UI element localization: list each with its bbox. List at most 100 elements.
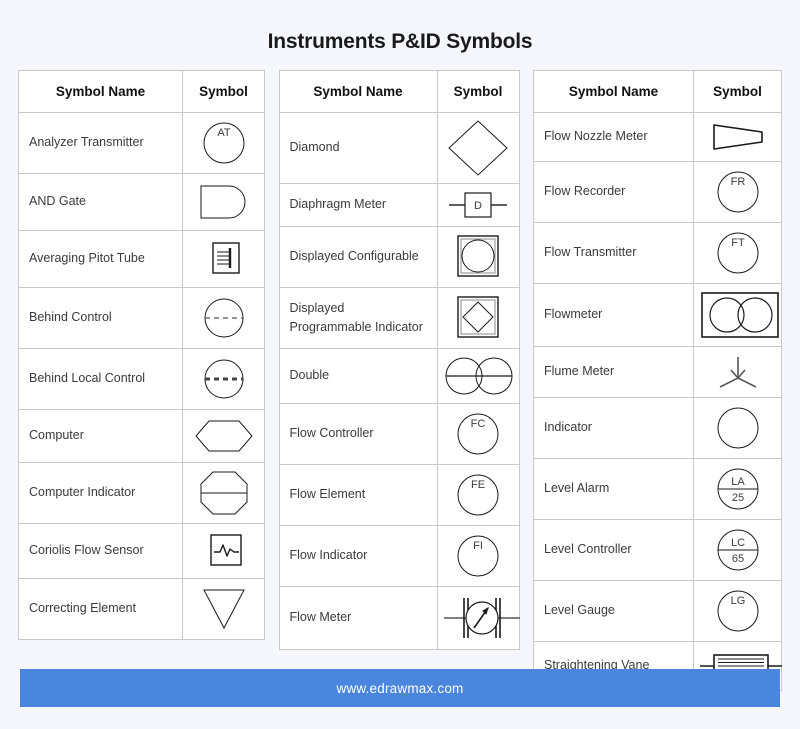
svg-text:FI: FI bbox=[473, 540, 483, 552]
table-header-row: Symbol Name Symbol bbox=[533, 70, 782, 113]
svg-text:D: D bbox=[474, 200, 482, 212]
symbol-name-cell: Flow Nozzle Meter bbox=[533, 112, 694, 162]
table-row: Flow Controller FC bbox=[278, 403, 520, 465]
table-row: Flow Meter bbox=[278, 586, 520, 650]
svg-text:LG: LG bbox=[730, 595, 745, 607]
symbol-name-cell: Displayed Configurable bbox=[278, 226, 438, 288]
svg-text:25: 25 bbox=[731, 492, 743, 504]
symbol-glyph-circle-labeled-icon: FE bbox=[436, 464, 520, 526]
symbol-table-3: Symbol Name Symbol Flow Nozzle Meter Flow… bbox=[533, 70, 782, 691]
table-row: Flume Meter bbox=[533, 346, 782, 398]
symbol-glyph-circle-split-labeled-icon: LA 25 bbox=[693, 458, 782, 520]
table-header-row: Symbol Name Symbol bbox=[18, 70, 265, 113]
table-row: Correcting Element bbox=[18, 578, 265, 640]
table-row: Flow Recorder FR bbox=[533, 161, 782, 223]
symbol-glyph-flume-meter-icon bbox=[693, 346, 782, 398]
symbol-name-cell: Behind Local Control bbox=[18, 348, 183, 410]
symbol-glyph-circle-dashed-thin-icon bbox=[182, 287, 265, 349]
table-row: Flow Transmitter FT bbox=[533, 222, 782, 284]
svg-text:65: 65 bbox=[731, 553, 743, 565]
symbol-name-cell: Indicator bbox=[533, 397, 694, 459]
column-header-symbol: Symbol bbox=[693, 70, 782, 113]
symbol-name-cell: Level Controller bbox=[533, 519, 694, 581]
table-row: Displayed Configurable bbox=[278, 226, 520, 288]
svg-text:LC: LC bbox=[730, 537, 744, 549]
symbol-name-cell: Level Alarm bbox=[533, 458, 694, 520]
symbol-name-cell: Diamond bbox=[278, 112, 438, 184]
symbol-name-cell: Double bbox=[278, 348, 438, 404]
symbol-name-cell: Flow Indicator bbox=[278, 525, 438, 587]
footer-url: www.edrawmax.com bbox=[336, 680, 464, 696]
symbol-glyph-circle-split-labeled-icon: LC 65 bbox=[693, 519, 782, 581]
table-body: Flow Nozzle Meter Flow Recorder FR Flow Tra… bbox=[533, 112, 782, 691]
symbol-glyph-octagon-divided-icon bbox=[182, 462, 265, 524]
table-body: Analyzer Transmitter AT AND Gate Averaging … bbox=[18, 112, 265, 640]
symbol-name-cell: Flow Controller bbox=[278, 403, 438, 465]
symbol-name-cell: Level Gauge bbox=[533, 580, 694, 642]
svg-text:FT: FT bbox=[731, 237, 745, 249]
table-header-row: Symbol Name Symbol bbox=[278, 70, 520, 113]
symbol-glyph-circle-labeled-icon: AT bbox=[182, 112, 265, 174]
symbol-glyph-circle-plain-icon bbox=[693, 397, 782, 459]
table-row: Diaphragm Meter D bbox=[278, 183, 520, 227]
symbol-glyph-double-square-circle-icon bbox=[436, 226, 520, 288]
table-row: Computer bbox=[18, 409, 265, 463]
symbol-tables-container: Symbol Name Symbol Analyzer Transmitter A… bbox=[0, 70, 800, 691]
symbol-name-cell: AND Gate bbox=[18, 173, 183, 231]
symbol-name-cell: Flow Element bbox=[278, 464, 438, 526]
table-row: Diamond bbox=[278, 112, 520, 184]
table-row: Averaging Pitot Tube bbox=[18, 230, 265, 288]
page-title: Instruments P&ID Symbols bbox=[267, 30, 533, 53]
symbol-glyph-box-two-circles-icon bbox=[693, 283, 782, 347]
symbol-glyph-triangle-down-icon bbox=[182, 578, 265, 640]
symbol-name-cell: Computer Indicator bbox=[18, 462, 183, 524]
symbol-glyph-pitot-tube-icon bbox=[182, 230, 265, 288]
svg-text:LA: LA bbox=[731, 476, 745, 488]
symbol-glyph-circle-labeled-icon: FR bbox=[693, 161, 782, 223]
table-row: Flow Nozzle Meter bbox=[533, 112, 782, 162]
table-row: Computer Indicator bbox=[18, 462, 265, 524]
symbol-glyph-double-circle-icon bbox=[436, 348, 520, 404]
table-row: Displayed Programmable Indicator bbox=[278, 287, 520, 349]
symbol-name-cell: Flow Recorder bbox=[533, 161, 694, 223]
table-body: Diamond Diaphragm Meter D Displayed Configu… bbox=[278, 112, 520, 650]
symbol-glyph-flow-meter-gauge-icon bbox=[436, 586, 520, 650]
symbol-name-cell: Averaging Pitot Tube bbox=[18, 230, 183, 288]
symbol-name-cell: Behind Control bbox=[18, 287, 183, 349]
table-row: Level Alarm LA 25 bbox=[533, 458, 782, 520]
footer-bar: www.edrawmax.com bbox=[20, 669, 780, 707]
column-header-symbol-name: Symbol Name bbox=[278, 70, 438, 113]
symbol-table-2: Symbol Name Symbol Diamond Diaphragm Mete… bbox=[278, 70, 520, 650]
symbol-name-cell: Flow Meter bbox=[278, 586, 438, 650]
symbol-glyph-circle-dashed-thick-icon bbox=[182, 348, 265, 410]
symbol-name-cell: Correcting Element bbox=[18, 578, 183, 640]
symbol-name-cell: Flow Transmitter bbox=[533, 222, 694, 284]
symbol-name-cell: Displayed Programmable Indicator bbox=[278, 287, 438, 349]
table-row: Double bbox=[278, 348, 520, 404]
table-row: Flow Indicator FI bbox=[278, 525, 520, 587]
symbol-glyph-flow-nozzle-icon bbox=[693, 112, 782, 162]
symbol-name-cell: Flowmeter bbox=[533, 283, 694, 347]
table-row: Analyzer Transmitter AT bbox=[18, 112, 265, 174]
page-root: Instruments P&ID Symbols Symbol Name Sym… bbox=[0, 0, 800, 729]
table-row: Flowmeter bbox=[533, 283, 782, 347]
column-header-symbol: Symbol bbox=[436, 70, 520, 113]
symbol-glyph-inline-box-labeled-icon: D bbox=[436, 183, 520, 227]
symbol-glyph-and-gate-icon bbox=[182, 173, 265, 231]
symbol-name-cell: Analyzer Transmitter bbox=[18, 112, 183, 174]
column-header-symbol-name: Symbol Name bbox=[18, 70, 183, 113]
symbol-glyph-diamond-icon bbox=[436, 112, 520, 184]
table-row: Coriolis Flow Sensor bbox=[18, 523, 265, 579]
symbol-table-1: Symbol Name Symbol Analyzer Transmitter A… bbox=[18, 70, 265, 640]
table-row: Indicator bbox=[533, 397, 782, 459]
symbol-name-cell: Flume Meter bbox=[533, 346, 694, 398]
svg-text:AT: AT bbox=[217, 127, 231, 139]
symbol-name-cell: Diaphragm Meter bbox=[278, 183, 438, 227]
column-header-symbol: Symbol bbox=[182, 70, 265, 113]
svg-text:FR: FR bbox=[730, 176, 745, 188]
symbol-name-cell: Computer bbox=[18, 409, 183, 463]
table-row: Behind Control bbox=[18, 287, 265, 349]
table-row: Level Controller LC 65 bbox=[533, 519, 782, 581]
symbol-glyph-circle-labeled-icon: FT bbox=[693, 222, 782, 284]
symbol-glyph-coriolis-wave-box-icon bbox=[182, 523, 265, 579]
